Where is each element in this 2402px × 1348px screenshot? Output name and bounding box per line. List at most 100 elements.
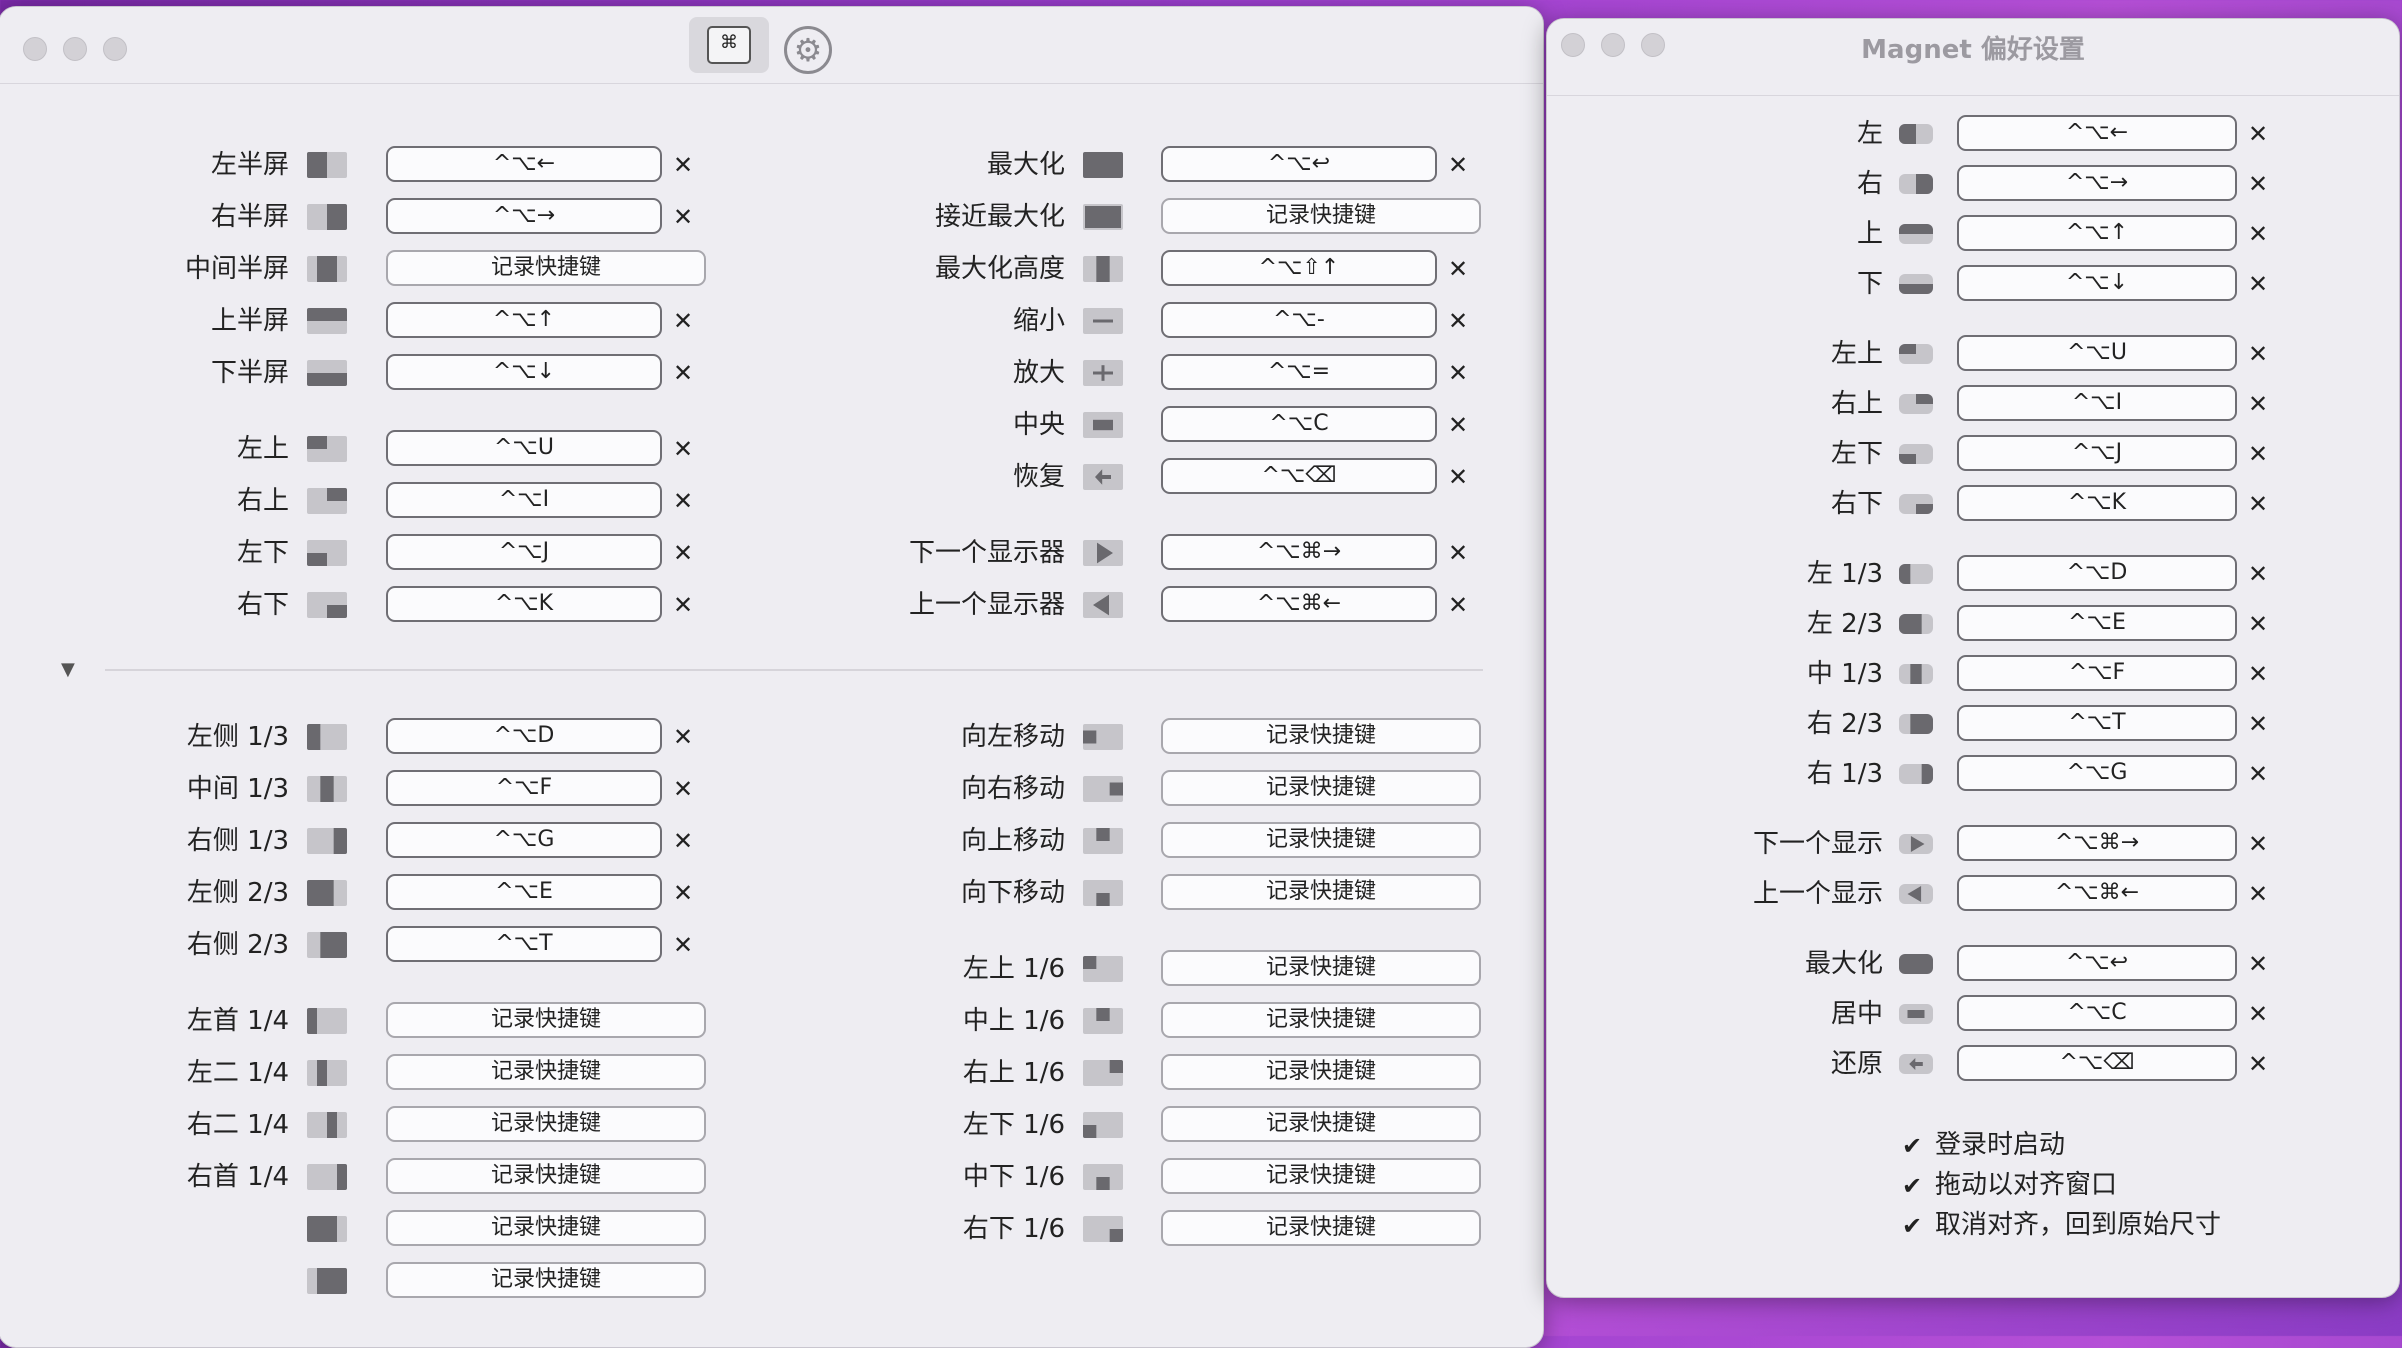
- collapse-toggle[interactable]: ▼: [61, 659, 75, 680]
- shortcut-field[interactable]: ^⌥C: [1161, 406, 1437, 442]
- checkbox[interactable]: ✔: [1899, 1213, 1925, 1239]
- clear-shortcut-button[interactable]: ✕: [2245, 711, 2271, 737]
- record-shortcut-button[interactable]: 记录快捷键: [1161, 1002, 1481, 1038]
- maximize-height-icon: [1083, 256, 1123, 282]
- record-shortcut-button[interactable]: 记录快捷键: [1161, 1210, 1481, 1246]
- shortcut-row: 左 2/3 ✕ ^⌥E: [1547, 605, 2399, 642]
- clear-shortcut-button[interactable]: ✕: [2245, 221, 2271, 247]
- clear-shortcut-button[interactable]: ✕: [2245, 341, 2271, 367]
- shortcut-field[interactable]: ^⌥⌘←: [1957, 875, 2237, 911]
- zoom-window-button[interactable]: [103, 37, 127, 61]
- checkbox[interactable]: ✔: [1899, 1173, 1925, 1199]
- shortcut-field[interactable]: ^⌥K: [1957, 485, 2237, 521]
- record-shortcut-button[interactable]: 记录快捷键: [1161, 1106, 1481, 1142]
- move-left-icon: [1083, 724, 1123, 750]
- shortcut-field[interactable]: ^⌥⌘→: [1161, 534, 1437, 570]
- clear-shortcut-button[interactable]: ✕: [2245, 441, 2271, 467]
- shortcut-field[interactable]: ^⌥→: [1957, 165, 2237, 201]
- clear-shortcut-button[interactable]: ✕: [1445, 308, 1471, 334]
- tab-settings[interactable]: ⚙: [783, 25, 833, 75]
- shortcut-field[interactable]: ^⌥↩: [1957, 945, 2237, 981]
- shortcut-field[interactable]: ^⌥G: [1957, 755, 2237, 791]
- checkbox-row[interactable]: ✔ 取消对齐，回到原始尺寸: [1899, 1207, 2221, 1243]
- shortcut-field[interactable]: ^⌥T: [1957, 705, 2237, 741]
- shortcut-field[interactable]: ^⌥↩: [1161, 146, 1437, 182]
- clear-shortcut-button[interactable]: ✕: [2245, 761, 2271, 787]
- shortcut-label: 右: [1856, 169, 1883, 199]
- close-window-button[interactable]: [23, 37, 47, 61]
- clear-shortcut-button[interactable]: ✕: [1445, 464, 1471, 490]
- center-third-icon: [1899, 664, 1933, 684]
- checkbox-label: 登录时启动: [1935, 1130, 2066, 1160]
- clear-shortcut-button[interactable]: ✕: [2245, 951, 2271, 977]
- shortcut-label: 下一个显示: [1752, 829, 1883, 859]
- maximize-icon: [1083, 152, 1123, 178]
- clear-shortcut-button[interactable]: ✕: [2245, 491, 2271, 517]
- bottom-left-sixth-icon: [1083, 1112, 1123, 1138]
- shortcut-field[interactable]: ^⌥⌘←: [1161, 586, 1437, 622]
- clear-shortcut-button[interactable]: ✕: [2245, 121, 2271, 147]
- clear-shortcut-button[interactable]: ✕: [1445, 540, 1471, 566]
- clear-shortcut-button[interactable]: ✕: [2245, 561, 2271, 587]
- minimize-window-button[interactable]: [63, 37, 87, 61]
- clear-shortcut-button[interactable]: ✕: [2245, 831, 2271, 857]
- shortcut-field[interactable]: ^⌥⇧↑: [1161, 250, 1437, 286]
- shortcut-field[interactable]: ^⌥F: [1957, 655, 2237, 691]
- shortcut-row: 下 ✕ ^⌥↓: [1547, 265, 2399, 302]
- shortcut-field[interactable]: ^⌥C: [1957, 995, 2237, 1031]
- record-shortcut-button[interactable]: 记录快捷键: [1161, 198, 1481, 234]
- clear-shortcut-button[interactable]: ✕: [1445, 152, 1471, 178]
- shortcut-field[interactable]: ^⌥⌫: [1161, 458, 1437, 494]
- tab-shortcuts[interactable]: ⌘: [689, 17, 769, 73]
- shortcut-label: 左下 1/6: [962, 1110, 1065, 1140]
- shortcut-field[interactable]: ^⌥I: [1957, 385, 2237, 421]
- record-shortcut-button[interactable]: 记录快捷键: [1161, 770, 1481, 806]
- bottom-right-sixth-icon: [1083, 1216, 1123, 1242]
- shortcut-label: 接近最大化: [934, 202, 1065, 232]
- clear-shortcut-button[interactable]: ✕: [2245, 881, 2271, 907]
- shortcut-label: 最大化: [986, 150, 1065, 180]
- clear-shortcut-button[interactable]: ✕: [1445, 256, 1471, 282]
- shortcut-row: 中上 1/6 记录快捷键: [0, 1002, 1543, 1039]
- shortcut-field[interactable]: ^⌥D: [1957, 555, 2237, 591]
- shortcut-field[interactable]: ^⌥E: [1957, 605, 2237, 641]
- record-shortcut-button[interactable]: 记录快捷键: [386, 1262, 706, 1298]
- shortcut-field[interactable]: ^⌥↓: [1957, 265, 2237, 301]
- record-shortcut-button[interactable]: 记录快捷键: [1161, 1158, 1481, 1194]
- shortcut-field[interactable]: ^⌥J: [1957, 435, 2237, 471]
- shortcut-label: 中央: [1012, 410, 1065, 440]
- shortcut-label: 中 1/3: [1806, 659, 1883, 689]
- record-shortcut-button[interactable]: 记录快捷键: [1161, 874, 1481, 910]
- shortcut-label: 左下: [1830, 439, 1883, 469]
- clear-shortcut-button[interactable]: ✕: [2245, 1001, 2271, 1027]
- clear-shortcut-button[interactable]: ✕: [1445, 592, 1471, 618]
- shortcut-row: 中下 1/6 记录快捷键: [0, 1158, 1543, 1195]
- clear-shortcut-button[interactable]: ✕: [2245, 271, 2271, 297]
- shortcut-field[interactable]: ^⌥↑: [1957, 215, 2237, 251]
- shortcut-row: 上 ✕ ^⌥↑: [1547, 215, 2399, 252]
- clear-shortcut-button[interactable]: ✕: [2245, 171, 2271, 197]
- shortcut-row: 向左移动 记录快捷键: [0, 718, 1543, 755]
- shortcut-field[interactable]: ^⌥⌘→: [1957, 825, 2237, 861]
- shortcut-field[interactable]: ^⌥-: [1161, 302, 1437, 338]
- record-shortcut-button[interactable]: 记录快捷键: [1161, 822, 1481, 858]
- record-shortcut-button[interactable]: 记录快捷键: [1161, 1054, 1481, 1090]
- shortcut-field[interactable]: ^⌥=: [1161, 354, 1437, 390]
- shortcut-field[interactable]: ^⌥⌫: [1957, 1045, 2237, 1081]
- clear-shortcut-button[interactable]: ✕: [1445, 360, 1471, 386]
- shortcut-row: 向下移动 记录快捷键: [0, 874, 1543, 911]
- section-divider: [105, 669, 1483, 671]
- record-shortcut-button[interactable]: 记录快捷键: [1161, 718, 1481, 754]
- clear-shortcut-button[interactable]: ✕: [2245, 661, 2271, 687]
- clear-shortcut-button[interactable]: ✕: [2245, 391, 2271, 417]
- shortcut-field[interactable]: ^⌥←: [1957, 115, 2237, 151]
- record-shortcut-button[interactable]: 记录快捷键: [1161, 950, 1481, 986]
- clear-shortcut-button[interactable]: ✕: [2245, 1051, 2271, 1077]
- clear-shortcut-button[interactable]: ✕: [2245, 611, 2271, 637]
- clear-shortcut-button[interactable]: ✕: [1445, 412, 1471, 438]
- checkbox[interactable]: ✔: [1899, 1133, 1925, 1159]
- top-right-sixth-icon: [1083, 1060, 1123, 1086]
- shortcut-field[interactable]: ^⌥U: [1957, 335, 2237, 371]
- checkbox-row[interactable]: ✔ 拖动以对齐窗口: [1899, 1167, 2117, 1203]
- checkbox-row[interactable]: ✔ 登录时启动: [1899, 1127, 2065, 1163]
